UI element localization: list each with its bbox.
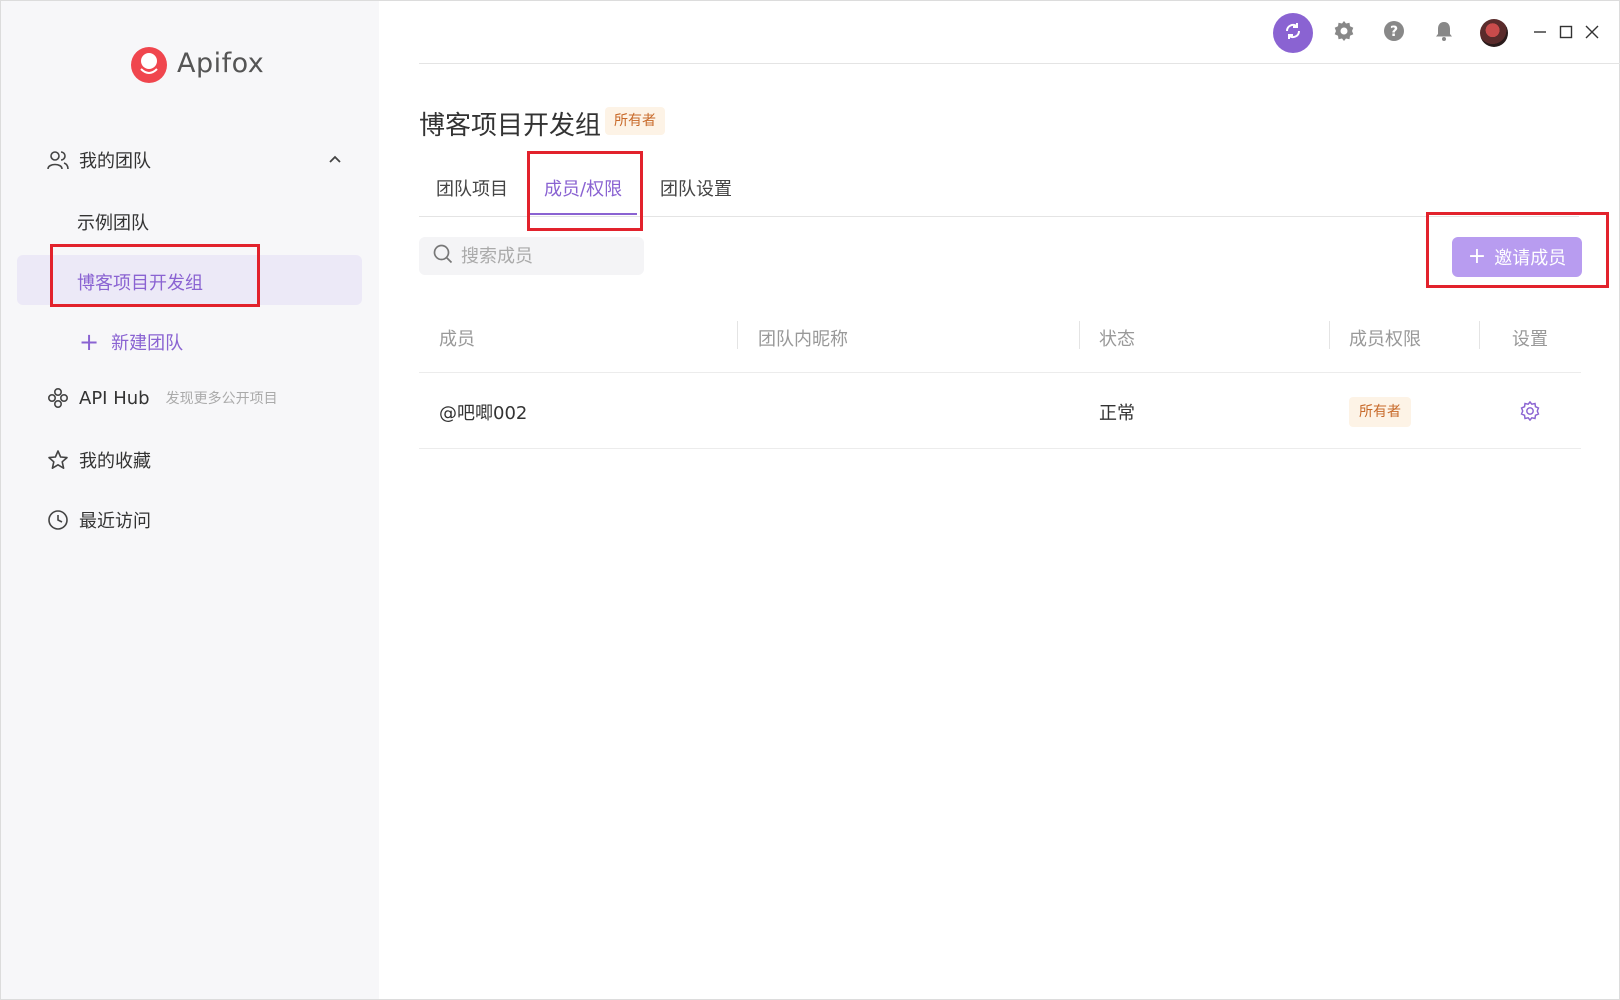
nav-my-team[interactable]: 我的团队 (47, 147, 151, 173)
api-hub-icon (47, 387, 69, 409)
owner-badge: 所有者 (605, 107, 665, 135)
chevron-up-icon[interactable] (327, 151, 343, 167)
nav-recent[interactable]: 最近访问 (47, 507, 151, 533)
column-status: 状态 (1099, 329, 1135, 350)
tab-bar: 团队项目 成员/权限 团队设置 (419, 161, 1579, 217)
sync-button[interactable] (1273, 13, 1313, 53)
plus-icon: + (1467, 244, 1487, 269)
table-row: @吧唧002 正常 所有者 (419, 373, 1581, 449)
tab-team-projects[interactable]: 团队项目 (436, 175, 508, 201)
help-icon: ? (1383, 20, 1405, 46)
bell-icon (1433, 20, 1455, 46)
tab-members-permissions[interactable]: 成员/权限 (544, 175, 622, 201)
nav-favorites[interactable]: 我的收藏 (47, 447, 151, 473)
active-tab-indicator (529, 213, 637, 215)
sidebar-item-example-team[interactable]: 示例团队 (77, 209, 149, 235)
gear-icon[interactable] (1520, 400, 1540, 422)
column-member: 成员 (439, 329, 475, 350)
close-button[interactable] (1579, 11, 1605, 55)
topbar-divider (419, 63, 1620, 64)
member-role-badge: 所有者 (1349, 397, 1411, 427)
nav-api-hub[interactable]: API Hub 发现更多公开项目 (47, 387, 278, 409)
minimize-icon (1533, 24, 1547, 43)
avatar (1480, 19, 1508, 47)
app-name: Apifox (177, 47, 265, 79)
new-team-button[interactable]: + 新建团队 (79, 329, 183, 355)
new-team-label: 新建团队 (111, 333, 184, 354)
invite-member-label: 邀请成员 (1494, 248, 1567, 269)
table-header: 成员 团队内昵称 状态 成员权限 设置 (419, 301, 1581, 373)
nav-recent-label: 最近访问 (79, 511, 151, 532)
tab-team-settings[interactable]: 团队设置 (660, 175, 732, 201)
nav-api-hub-label: API Hub (79, 387, 150, 409)
member-status: 正常 (1099, 403, 1135, 424)
settings-button[interactable] (1319, 11, 1369, 55)
users-icon (47, 149, 69, 171)
app-logo: Apifox (127, 41, 264, 85)
avatar-button[interactable] (1469, 11, 1519, 55)
column-settings: 设置 (1512, 329, 1548, 350)
sidebar-item-blog-team[interactable]: 博客项目开发组 (77, 269, 203, 295)
notifications-button[interactable] (1419, 11, 1469, 55)
nav-api-hub-sub: 发现更多公开项目 (165, 391, 278, 407)
nav-my-team-label: 我的团队 (79, 151, 151, 172)
search-input[interactable] (461, 245, 631, 267)
column-divider (1479, 321, 1480, 349)
settings-icon (1333, 20, 1355, 46)
close-icon (1585, 24, 1599, 43)
sync-icon (1282, 20, 1304, 46)
column-divider (1079, 321, 1080, 349)
search-icon (433, 244, 453, 268)
column-nickname: 团队内昵称 (758, 329, 848, 350)
maximize-button[interactable] (1553, 11, 1579, 55)
column-divider (1329, 321, 1330, 349)
nav-favorites-label: 我的收藏 (79, 451, 151, 472)
maximize-icon (1559, 24, 1573, 43)
svg-text:?: ? (1390, 24, 1398, 40)
sidebar: Apifox 我的团队 示例团队 博客项目开发组 + 新建团队 API Hub … (1, 1, 379, 999)
star-icon (47, 449, 69, 471)
member-name: @吧唧002 (439, 403, 528, 424)
clock-icon (47, 509, 69, 531)
top-toolbar: ? (1273, 11, 1619, 55)
page-title: 博客项目开发组 (419, 111, 602, 141)
member-search[interactable] (419, 237, 644, 275)
apifox-logo-icon (127, 41, 171, 85)
invite-member-button[interactable]: + 邀请成员 (1452, 237, 1582, 277)
column-divider (737, 321, 738, 349)
app-window: Apifox 我的团队 示例团队 博客项目开发组 + 新建团队 API Hub … (0, 0, 1620, 1000)
column-role: 成员权限 (1349, 329, 1421, 350)
help-button[interactable]: ? (1369, 11, 1419, 55)
members-table: 成员 团队内昵称 状态 成员权限 设置 @吧唧002 正常 所有者 (419, 301, 1581, 449)
minimize-button[interactable] (1527, 11, 1553, 55)
plus-icon: + (79, 328, 100, 356)
